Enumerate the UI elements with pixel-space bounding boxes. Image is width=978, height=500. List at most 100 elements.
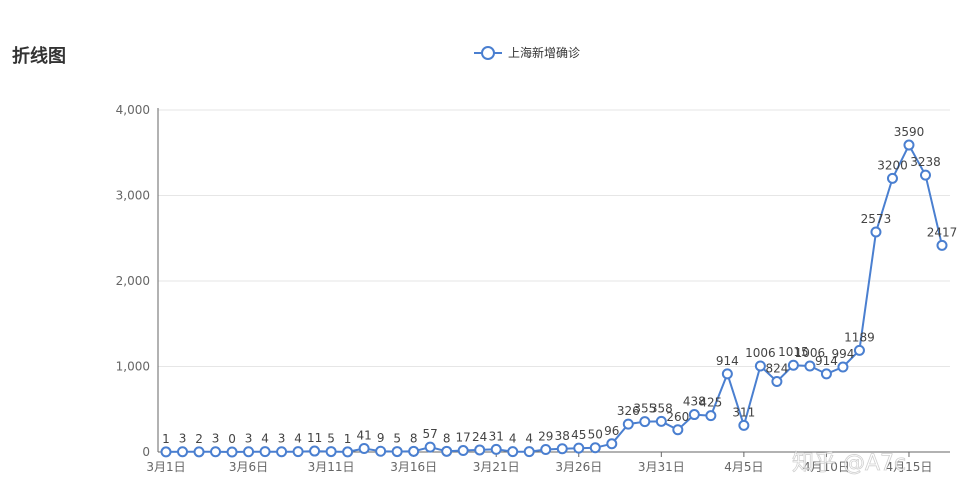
data-point [259,446,271,458]
data-point [226,446,238,458]
axes: 0 1,000 2,000 3,000 4,000 3月1日 3月6日 3月11日 3月16日 3… [116,103,950,474]
data-label: 8 [410,431,418,445]
data-point [424,441,436,453]
data-label: 2417 [927,225,958,239]
x-tick-label: 3月11日 [308,460,355,474]
data-label: 994 [831,347,854,361]
grid-lines [158,109,950,367]
data-point [936,239,948,251]
data-point [919,169,931,181]
data-point [375,445,387,457]
data-point [457,445,469,457]
data-label: 5 [327,432,335,446]
data-label: 4 [525,432,533,446]
data-label: 260 [666,410,689,424]
data-point [210,446,222,458]
data-label: 1 [344,432,352,446]
data-point [738,419,750,431]
x-tick-label: 3月21日 [473,460,520,474]
data-point [870,226,882,238]
series-line [165,144,943,453]
data-label: 3200 [877,158,908,172]
data-point [787,359,799,371]
data-label: 4 [294,432,302,446]
y-tick-label: 0 [142,445,150,459]
data-point [589,442,601,454]
data-point [292,446,304,458]
x-tick-label: 3月16日 [390,460,437,474]
legend-marker-icon [481,46,495,60]
y-tick-label: 4,000 [116,103,150,117]
data-label: 57 [423,427,438,441]
data-label: 0 [228,432,236,446]
x-tick-label: 3月26日 [555,460,602,474]
data-point [193,446,205,458]
line-chart: 0 1,000 2,000 3,000 4,000 3月1日 3月6日 3月11日 3月16日 3… [116,45,958,476]
data-point [408,445,420,457]
watermark: 知乎 @A7c [792,451,906,476]
x-tick-label: 3月6日 [229,460,268,474]
x-tick-label: 3月31日 [638,460,685,474]
data-label: 425 [699,396,722,410]
data-point [160,446,172,458]
data-label: 45 [571,428,586,442]
data-label: 41 [356,428,371,442]
data-label: 8 [443,431,451,445]
data-point [771,376,783,388]
y-tick-label: 2,000 [116,274,150,288]
data-point [721,368,733,380]
data-point [853,344,865,356]
data-point [886,172,898,184]
data-labels: 1 3 2 3 0 3 4 3 4 11 5 1 41 9 5 8 57 8 17 24 31 4 4 29 38 45 50 963… [162,125,957,446]
data-point [540,444,552,456]
data-point [474,444,486,456]
data-label: 31 [489,429,504,443]
data-label: 4 [509,432,517,446]
data-label: 2573 [861,212,892,226]
data-label: 29 [538,430,553,444]
data-label: 50 [588,428,603,442]
data-label: 914 [716,354,739,368]
data-point [573,442,585,454]
data-label: 24 [472,430,487,444]
data-point [342,446,354,458]
x-tick-label: 3月1日 [146,460,185,474]
data-label: 3590 [894,125,925,139]
data-point [490,443,502,455]
data-label: 3 [278,432,286,446]
data-point [705,410,717,422]
data-point [655,415,667,427]
data-point [672,424,684,436]
data-point [523,446,535,458]
data-label: 2 [195,432,203,446]
data-label: 9 [377,431,385,445]
data-point [804,360,816,372]
data-label: 1189 [844,330,875,344]
series-points [160,139,948,458]
data-point [820,368,832,380]
legend-label: 上海新增确诊 [508,45,580,60]
data-point [325,446,337,458]
data-point [276,446,288,458]
data-point [622,418,634,430]
data-label: 38 [555,429,570,443]
data-point [243,446,255,458]
data-label: 4 [261,432,269,446]
x-tick-label: 4月5日 [724,460,763,474]
data-point [606,438,618,450]
data-label: 3 [179,432,187,446]
data-label: 96 [604,424,619,438]
data-label: 824 [765,362,788,376]
data-label: 3 [212,432,220,446]
y-tick-label: 1,000 [116,360,150,374]
series-line-path [165,144,943,453]
data-point [754,360,766,372]
data-point [177,446,189,458]
data-point [688,409,700,421]
data-label: 1006 [745,346,776,360]
data-label: 3 [245,432,253,446]
data-point [441,445,453,457]
data-point [391,446,403,458]
data-point [358,442,370,454]
legend[interactable]: 上海新增确诊 [474,45,580,60]
